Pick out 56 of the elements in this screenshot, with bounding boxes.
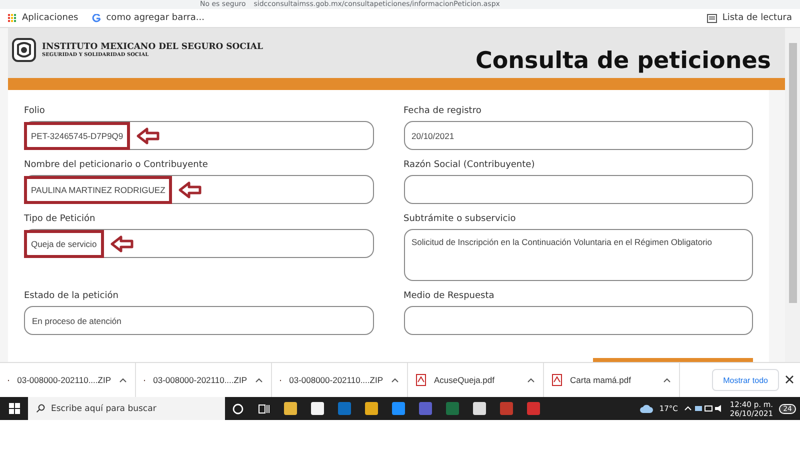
reading-list-link[interactable]: Lista de lectura [707,13,792,23]
download-item[interactable]: 03-008000-202110....ZIP [289,375,383,385]
download-item[interactable]: Carta mamá.pdf [570,375,655,385]
circle-icon[interactable] [232,402,244,414]
highlighted-value: PET-32465745-D7P9Q9 [24,122,130,150]
field-label: Tipo de Petición [24,214,96,224]
left-arrow-icon [110,234,134,252]
caret-icon[interactable] [391,378,399,382]
task-view-icon[interactable] [258,402,270,414]
search-placeholder: Escribe aquí para buscar [51,404,156,414]
field-label: Fecha de registro [404,106,482,116]
apps-grid-icon [8,14,17,22]
field-label: Medio de Respuesta [404,291,496,301]
input-field[interactable]: En proceso de atención [24,306,374,335]
download-item[interactable]: AcuseQueja.pdf [434,375,519,385]
field-label: Razón Social (Contribuyente) [404,160,536,170]
list-icon [707,14,718,22]
left-arrow-icon [136,126,160,144]
cloud-icon[interactable] [640,403,654,414]
caret-icon[interactable] [527,378,535,382]
download-item[interactable]: 03-008000-202110....ZIP [17,375,111,385]
field-value: Solicitud de Inscripción en la Continuación Voluntaria en el Régimen Obligatorio [412,237,712,247]
highlighted-value: Queja de servicio [24,230,104,258]
show-all-button[interactable]: Mostrar todo [712,369,779,391]
field-value: En proceso de atención [32,316,122,326]
input-field[interactable]: PAULINA MARTINEZ RODRIGUEZ [24,175,374,204]
download-item[interactable]: 03-008000-202110....ZIP [153,375,247,385]
highlighted-value: PAULINA MARTINEZ RODRIGUEZ [24,176,172,204]
input-field[interactable]: Queja de servicio [24,229,374,258]
pdf-file-icon [416,374,426,386]
field-label: Estado de la petición [24,291,120,301]
caret-icon[interactable] [255,378,263,382]
page-title: Consulta de peticiones [475,48,771,74]
org-name: INSTITUTO MEXICANO DEL SEGURO SOCIAL [42,42,263,52]
search-icon [36,404,45,413]
caret-icon[interactable] [663,378,671,382]
field-label: Folio [24,106,46,116]
left-arrow-icon [178,180,202,198]
input-field[interactable]: 20/10/2021 [404,121,753,150]
pdf-file-icon [552,374,562,386]
input-field[interactable] [404,306,753,335]
caret-icon[interactable] [119,378,127,382]
scroll-thumb[interactable] [788,43,796,303]
emblem-logo-icon [12,38,36,62]
field-value: 20/10/2021 [412,130,454,140]
tray-icons[interactable] [684,404,724,413]
input-field[interactable] [404,175,753,204]
g-logo-icon [92,14,102,22]
field-label: Nombre del peticionario o Contribuyente [24,160,209,170]
field-label: Subtrámite o subservicio [404,214,517,224]
bookmark-link[interactable]: Aplicaciones [8,13,78,23]
input-field[interactable]: PET-32465745-D7P9Q9 [24,121,374,150]
search-field[interactable]: Escribe aquí para buscar [28,397,225,420]
windows-logo-icon [8,403,20,414]
bookmark-link[interactable]: como agregar barra... [92,13,204,23]
text-area[interactable]: Solicitud de Inscripción en la Continuación Voluntaria en el Régimen Obligatorio [404,229,753,281]
